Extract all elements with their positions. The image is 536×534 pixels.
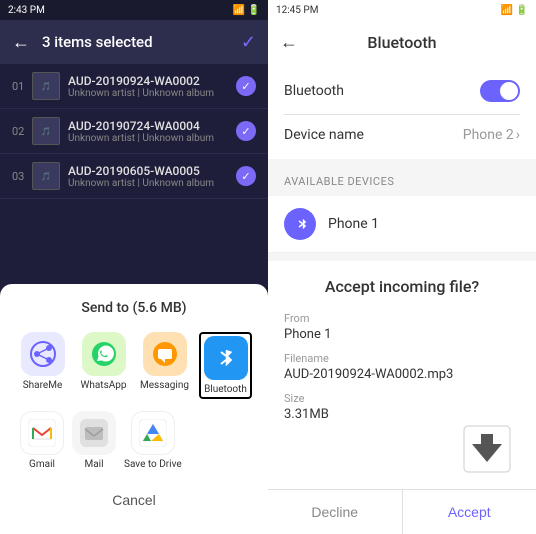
bluetooth-toggle[interactable]: [480, 80, 520, 102]
right-header: ← Bluetooth: [268, 20, 536, 64]
left-status-icons: 📶 🔋: [233, 5, 260, 16]
share-icons-grid: ShareMe WhatsApp Messaging: [16, 332, 252, 399]
accept-from-value: Phone 1: [284, 327, 520, 342]
device-item-phone1[interactable]: Phone 1: [268, 196, 536, 253]
file-name-3: AUD-20190605-WA0005: [68, 164, 236, 178]
accept-size-field: Size 3.31MB: [284, 392, 520, 422]
file-meta-3: Unknown artist | Unknown album: [68, 178, 236, 189]
right-time: 12:45 PM: [276, 5, 318, 16]
whatsapp-icon: [82, 332, 126, 376]
left-status-bar: 2:43 PM 📶 🔋: [0, 0, 268, 20]
messaging-icon: [143, 332, 187, 376]
bluetooth-toggle-row: Bluetooth: [284, 76, 520, 106]
right-status-icons: 📶 🔋: [501, 5, 528, 16]
gmail-label: Gmail: [29, 459, 55, 470]
share-modal-title: Send to (5.6 MB): [16, 300, 252, 316]
bt-divider: [284, 114, 520, 115]
device-name-label: Device name: [284, 127, 364, 143]
item-number-2: 02: [12, 125, 32, 138]
shareme-label: ShareMe: [23, 380, 63, 391]
left-title: 3 items selected: [42, 33, 229, 51]
file-item-1[interactable]: 01 🎵 AUD-20190924-WA0002 Unknown artist …: [0, 64, 268, 109]
share-app-gmail[interactable]: Gmail: [20, 411, 64, 470]
download-arrow-icon: [462, 424, 512, 474]
bluetooth-label: Bluetooth: [204, 384, 247, 395]
left-check-icon: ✓: [241, 32, 256, 53]
file-meta-1: Unknown artist | Unknown album: [68, 88, 236, 99]
shareme-icon: [21, 332, 65, 376]
right-title: Bluetooth: [310, 33, 494, 52]
right-panel: 12:45 PM 📶 🔋 ← Bluetooth Bluetooth Devic…: [268, 0, 536, 534]
drive-icon: [131, 411, 175, 455]
drive-label: Save to Drive: [124, 459, 182, 470]
whatsapp-label: WhatsApp: [80, 380, 126, 391]
file-item-3[interactable]: 03 🎵 AUD-20190605-WA0005 Unknown artist …: [0, 154, 268, 199]
available-section: AVAILABLE DEVICES: [268, 167, 536, 192]
left-panel: 2:43 PM 📶 🔋 ← 3 items selected ✓ 01 🎵 AU…: [0, 0, 268, 534]
item-number-1: 01: [12, 80, 32, 93]
accept-filename-label: Filename: [284, 352, 520, 365]
accept-size-value: 3.31MB: [284, 407, 520, 422]
file-name-2: AUD-20190724-WA0004: [68, 119, 236, 133]
file-item-2[interactable]: 02 🎵 AUD-20190724-WA0004 Unknown artist …: [0, 109, 268, 154]
left-header: ← 3 items selected ✓: [0, 20, 268, 64]
file-meta-2: Unknown artist | Unknown album: [68, 133, 236, 144]
left-back-button[interactable]: ←: [12, 32, 30, 53]
chevron-right-icon: ›: [516, 127, 520, 143]
left-time: 2:43 PM: [8, 5, 45, 16]
file-info-3: AUD-20190605-WA0005 Unknown artist | Unk…: [68, 164, 236, 189]
share-app-drive[interactable]: Save to Drive: [124, 411, 182, 470]
file-name-1: AUD-20190924-WA0002: [68, 74, 236, 88]
share-modal: Send to (5.6 MB) ShareMe WhatsApp: [0, 284, 268, 534]
bluetooth-icon: [204, 336, 248, 380]
messaging-label: Messaging: [140, 380, 189, 391]
accept-from-label: From: [284, 312, 520, 325]
share-app-messaging[interactable]: Messaging: [138, 332, 191, 399]
decline-button[interactable]: Decline: [268, 490, 403, 534]
accept-size-label: Size: [284, 392, 520, 405]
check-circle-2: ✓: [236, 121, 256, 141]
device-name-value: Phone 2 ›: [463, 127, 520, 143]
device-name-row[interactable]: Device name Phone 2 ›: [284, 123, 520, 147]
item-number-3: 03: [12, 170, 32, 183]
accept-button[interactable]: Accept: [403, 490, 536, 534]
accept-dialog-title: Accept incoming file?: [268, 261, 536, 304]
file-icon-3: 🎵: [32, 162, 60, 190]
right-back-button[interactable]: ←: [280, 32, 298, 53]
share-icons-row2: Gmail Mail Save to Drive: [16, 411, 252, 470]
share-app-bluetooth[interactable]: Bluetooth: [199, 332, 252, 399]
accept-from-field: From Phone 1: [284, 312, 520, 342]
mail-label: Mail: [84, 459, 103, 470]
gmail-icon: [20, 411, 64, 455]
device-list: Phone 1: [268, 196, 536, 253]
share-app-whatsapp[interactable]: WhatsApp: [77, 332, 130, 399]
file-icon-1: 🎵: [32, 72, 60, 100]
share-app-shareme[interactable]: ShareMe: [16, 332, 69, 399]
device-name-phone1: Phone 1: [328, 216, 379, 232]
cancel-button[interactable]: Cancel: [16, 482, 252, 518]
bt-settings: Bluetooth Device name Phone 2 ›: [268, 64, 536, 159]
available-label: AVAILABLE DEVICES: [284, 175, 520, 188]
right-status-bar: 12:45 PM 📶 🔋: [268, 0, 536, 20]
mail-icon: [72, 411, 116, 455]
file-info-2: AUD-20190724-WA0004 Unknown artist | Unk…: [68, 119, 236, 144]
bluetooth-label: Bluetooth: [284, 83, 344, 99]
share-app-mail[interactable]: Mail: [72, 411, 116, 470]
accept-filename-field: Filename AUD-20190924-WA0002.mp3: [284, 352, 520, 382]
file-icon-2: 🎵: [32, 117, 60, 145]
check-circle-3: ✓: [236, 166, 256, 186]
check-circle-1: ✓: [236, 76, 256, 96]
device-avatar-phone1: [284, 208, 316, 240]
accept-dialog: Accept incoming file? From Phone 1 Filen…: [268, 261, 536, 534]
accept-dialog-buttons: Decline Accept: [268, 489, 536, 534]
accept-filename-value: AUD-20190924-WA0002.mp3: [284, 367, 520, 382]
file-info-1: AUD-20190924-WA0002 Unknown artist | Unk…: [68, 74, 236, 99]
